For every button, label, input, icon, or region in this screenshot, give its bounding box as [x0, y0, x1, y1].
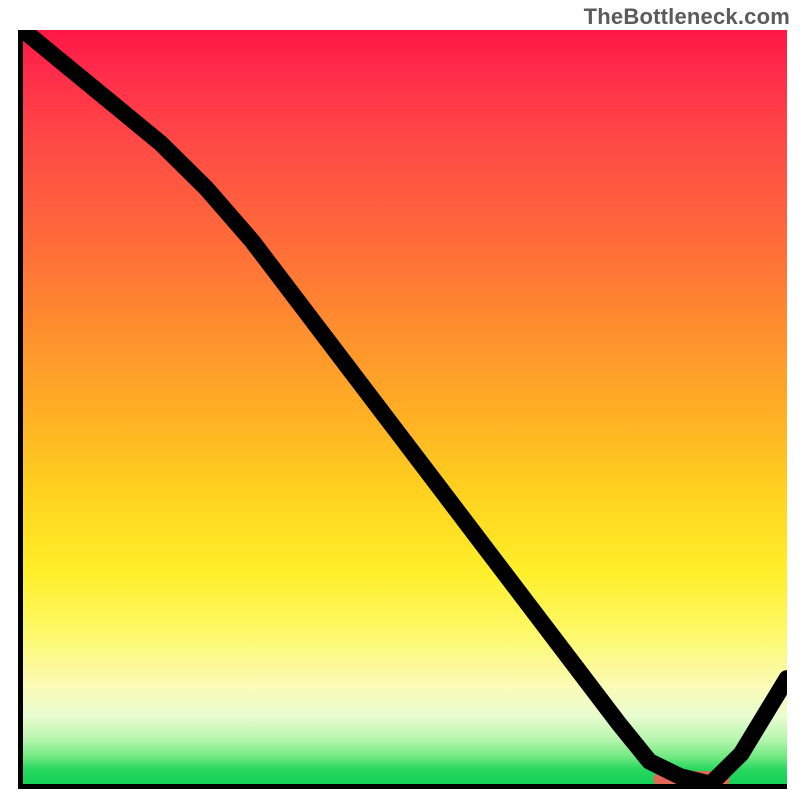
chart-container: TheBottleneck.com: [0, 0, 800, 800]
bottleneck-curve: [23, 30, 787, 784]
plot-area: [18, 30, 787, 789]
chart-svg: [23, 30, 787, 784]
watermark-label: TheBottleneck.com: [584, 4, 790, 30]
